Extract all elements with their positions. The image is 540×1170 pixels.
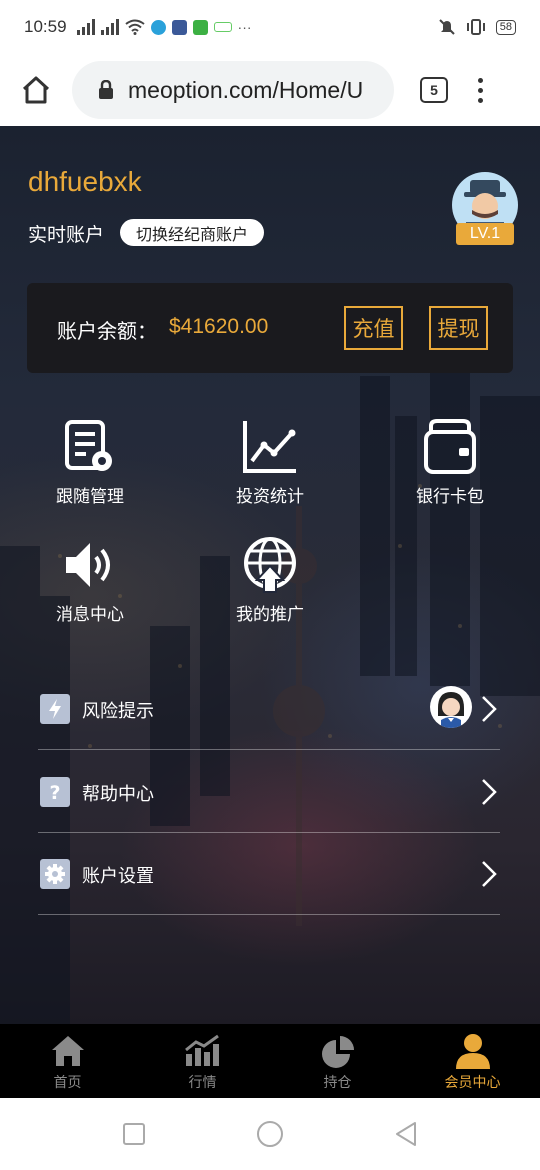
- url-text: meoption.com/Home/U: [128, 76, 364, 103]
- menu-label-account-settings: 账户设置: [82, 866, 154, 887]
- deposit-button[interactable]: 充值: [344, 306, 403, 350]
- balance-label: 账户余额：: [57, 319, 157, 343]
- menu-label-risk-notice: 风险提示: [82, 701, 154, 722]
- customer-service-avatar[interactable]: [430, 686, 472, 728]
- menu-row-risk-notice[interactable]: 风险提示: [38, 668, 500, 750]
- home-icon: [48, 1032, 88, 1070]
- home-outline-icon: [22, 76, 50, 104]
- switch-broker-account-button[interactable]: 切换经纪商账户: [120, 219, 265, 246]
- url-bar[interactable]: meoption.com/Home/U: [72, 61, 394, 119]
- balance-amount: $41620.00: [169, 315, 269, 338]
- stats-chart-icon: [239, 416, 301, 478]
- app-notification-icon: [192, 19, 208, 35]
- chevron-right-icon: [482, 696, 497, 722]
- grid-label-investment-stats: 投资统计: [236, 487, 304, 507]
- member-center-page: dhfuebxk 实时账户 切换经纪商账户 LV.1 账户余额： $41620.…: [0, 126, 540, 1024]
- battery-indicator: 58: [495, 19, 516, 35]
- recents-button[interactable]: [122, 1122, 146, 1146]
- status-time: 10:59: [24, 17, 67, 36]
- tab-label-market: 行情: [188, 1075, 217, 1091]
- system-navigation-bar: [0, 1098, 540, 1170]
- browser-toolbar: meoption.com/Home/U 5: [0, 54, 540, 126]
- account-type-label: 实时账户: [28, 224, 105, 246]
- grid-label-bank-card: 银行卡包: [416, 487, 484, 507]
- menu-row-account-settings[interactable]: 账户设置: [38, 833, 500, 915]
- pie-icon: [318, 1032, 358, 1070]
- more-notifications-icon: ···: [237, 19, 252, 35]
- tab-label-home: 首页: [53, 1075, 82, 1091]
- grid-label-my-promotion: 我的推广: [236, 605, 304, 625]
- grid-item-follow-manage[interactable]: 跟随管理: [20, 416, 160, 507]
- follow-manage-icon: [59, 416, 121, 478]
- lock-icon: [99, 80, 113, 99]
- wallet-icon: [419, 416, 481, 478]
- gear-icon: [40, 859, 70, 889]
- globe-upload-icon: [239, 534, 301, 596]
- balance-card: 账户余额： $41620.00 充值 提现: [27, 283, 513, 373]
- tab-positions[interactable]: 持仓: [270, 1024, 405, 1098]
- username: dhfuebxk: [28, 166, 142, 197]
- chevron-right-icon: [482, 779, 497, 805]
- grid-item-bank-card[interactable]: 银行卡包: [380, 416, 520, 507]
- svg-text:?: ?: [49, 782, 60, 803]
- grid-item-my-promotion[interactable]: 我的推广: [200, 534, 340, 625]
- tab-market[interactable]: 行情: [135, 1024, 270, 1098]
- home-button[interactable]: [256, 1120, 284, 1148]
- vibrate-icon: [466, 19, 485, 35]
- tab-home[interactable]: 首页: [0, 1024, 135, 1098]
- grid-item-message-center[interactable]: 消息中心: [20, 534, 160, 625]
- tab-member-center[interactable]: 会员中心: [405, 1024, 540, 1098]
- status-bar: 10:59 ··· 58: [0, 0, 540, 54]
- wechat-pay-icon: [213, 22, 232, 32]
- tab-label-positions: 持仓: [323, 1075, 352, 1091]
- grid-item-investment-stats[interactable]: 投资统计: [200, 416, 340, 507]
- tab-label-member-center: 会员中心: [444, 1075, 501, 1091]
- question-icon: ?: [40, 777, 70, 807]
- lightning-icon: [40, 694, 70, 724]
- telegram-icon: [150, 19, 166, 35]
- mute-icon: [439, 19, 455, 35]
- menu-label-help-center: 帮助中心: [82, 784, 154, 805]
- withdraw-button[interactable]: 提现: [429, 306, 488, 350]
- bottom-tab-bar: 首页 行情 持仓 会员中心: [0, 1024, 540, 1098]
- wifi-icon: [124, 19, 145, 35]
- menu-row-help-center[interactable]: ? 帮助中心: [38, 751, 500, 833]
- grid-label-follow-manage: 跟随管理: [56, 487, 124, 507]
- market-chart-icon: [183, 1032, 223, 1070]
- tab-switcher-button[interactable]: 5: [420, 77, 448, 103]
- speaker-icon: [59, 534, 121, 596]
- signal-icon: [76, 19, 95, 35]
- level-badge: LV.1: [456, 223, 514, 245]
- signal-2-icon: [100, 19, 119, 35]
- back-button[interactable]: [394, 1121, 418, 1147]
- chevron-right-icon: [482, 861, 497, 887]
- facebook-icon: [171, 19, 187, 35]
- grid-label-message-center: 消息中心: [56, 605, 124, 625]
- user-icon: [453, 1032, 493, 1070]
- browser-menu-button[interactable]: [478, 77, 483, 103]
- browser-home-button[interactable]: [16, 70, 56, 110]
